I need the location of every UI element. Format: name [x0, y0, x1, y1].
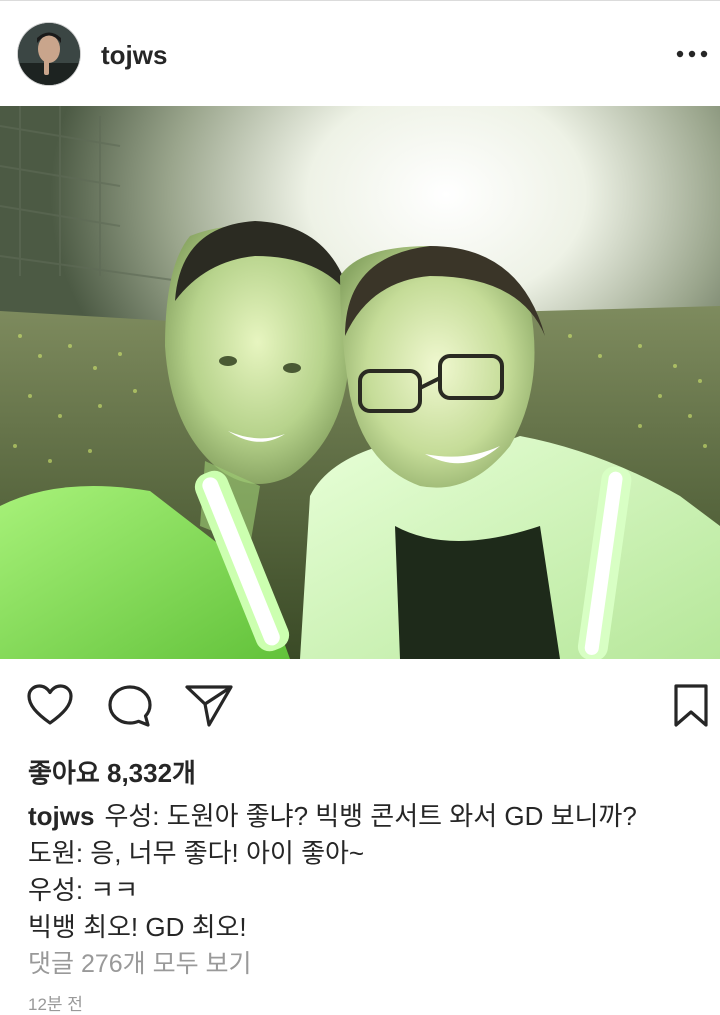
caption-line: 우성: ㅋㅋ [28, 875, 139, 905]
post-username[interactable]: tojws [101, 40, 167, 70]
caption-line: 빅뱅 최오! GD 최오! [28, 912, 247, 942]
view-all-comments-link[interactable]: 댓글 276개 모두 보기 [28, 948, 252, 980]
caption-line: tojws 우성: 도원아 좋냐? 빅뱅 콘서트 와서 GD 보니까? [28, 798, 708, 835]
like-count[interactable]: 좋아요 8,332개 [28, 757, 196, 789]
bookmark-icon[interactable] [672, 683, 710, 729]
post-timestamp: 12분 전 [28, 995, 83, 1014]
caption-line: 도원: 응, 너무 좋다! 아이 좋아~ [28, 838, 365, 868]
action-bar [0, 659, 720, 754]
post-photo[interactable] [0, 106, 720, 659]
heart-icon[interactable] [26, 683, 74, 727]
caption-author[interactable]: tojws [28, 801, 94, 831]
more-horizontal-icon[interactable] [675, 42, 709, 66]
post-caption: tojws 우성: 도원아 좋냐? 빅뱅 콘서트 와서 GD 보니까? 도원: 응… [28, 798, 708, 946]
avatar[interactable] [18, 23, 80, 85]
paper-plane-icon[interactable] [184, 683, 234, 729]
post-header: tojws [0, 0, 720, 106]
caption-text: 우성: 도원아 좋냐? 빅뱅 콘서트 와서 GD 보니까? [104, 801, 637, 831]
comment-icon[interactable] [106, 683, 154, 729]
